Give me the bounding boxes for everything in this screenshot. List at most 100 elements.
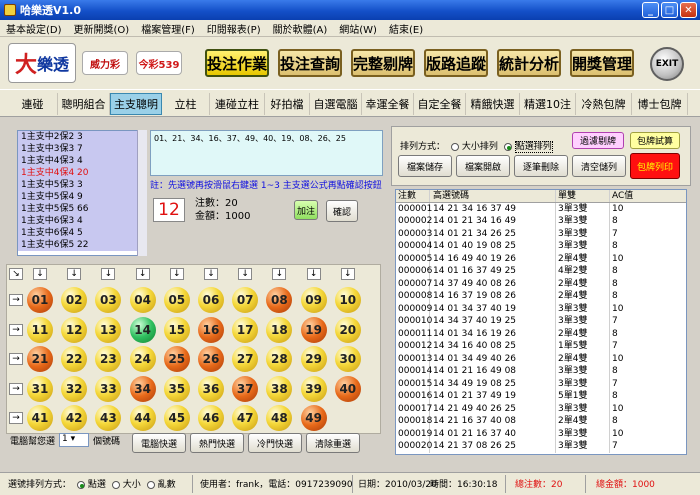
number-ball[interactable]: 45 bbox=[163, 405, 190, 431]
number-ball[interactable]: 33 bbox=[95, 375, 122, 402]
tab-select-10[interactable]: 精選10注 bbox=[520, 93, 576, 115]
clear-reset-button[interactable]: 清除重選 bbox=[306, 433, 360, 453]
list-item[interactable]: 1主支中5保5 66 bbox=[18, 203, 146, 215]
list-item[interactable]: 1主支中6保4 5 bbox=[18, 227, 146, 239]
number-ball[interactable]: 19 bbox=[300, 316, 327, 343]
table-row[interactable]: 000006 14 01 16 37 49 25 4單2雙 8 bbox=[396, 265, 686, 278]
list-item[interactable]: 1主支中5保4 9 bbox=[18, 191, 146, 203]
number-ball[interactable]: 17 bbox=[232, 316, 259, 343]
tab-quick-pick[interactable]: 精餓快選 bbox=[466, 93, 520, 115]
number-ball[interactable]: 36 bbox=[198, 375, 224, 402]
column-select-button[interactable]: ↓ bbox=[33, 268, 47, 280]
list-item[interactable]: 1主支中6保3 4 bbox=[18, 215, 146, 227]
tab-lianpeng-pillar[interactable]: 連碰立柱 bbox=[210, 93, 265, 115]
number-ball[interactable]: 38 bbox=[266, 375, 293, 402]
pc-count-select[interactable]: 1 ▾ bbox=[59, 433, 90, 447]
number-ball[interactable]: 37 bbox=[232, 375, 259, 402]
number-ball[interactable]: 01 bbox=[27, 287, 53, 313]
row-select-button[interactable]: → bbox=[9, 353, 23, 365]
filter-button[interactable]: 過濾剔牌 bbox=[572, 132, 624, 149]
bet-query-button[interactable]: 投注查詢 bbox=[278, 49, 342, 77]
tab-pillar[interactable]: 立柱 bbox=[162, 93, 210, 115]
tab-custom-pc[interactable]: 自選電腦 bbox=[310, 93, 362, 115]
table-row[interactable]: 000018 14 21 16 37 40 08 2單4雙 8 bbox=[396, 415, 686, 428]
number-ball[interactable]: 27 bbox=[232, 346, 259, 372]
number-ball[interactable]: 12 bbox=[61, 316, 88, 343]
table-row[interactable]: 000014 14 01 21 16 49 08 3單3雙 8 bbox=[396, 365, 686, 378]
row-select-button[interactable]: → bbox=[9, 323, 23, 336]
path-tracking-button[interactable]: 版路追蹤 bbox=[424, 49, 488, 77]
number-ball[interactable]: 11 bbox=[27, 316, 53, 343]
number-ball[interactable]: 26 bbox=[198, 346, 224, 372]
minimize-button[interactable]: _ bbox=[642, 2, 659, 18]
table-row[interactable]: 000002 14 01 21 34 16 49 3單3雙 8 bbox=[396, 215, 686, 228]
number-ball[interactable]: 35 bbox=[163, 375, 190, 402]
list-item[interactable]: 1主支中2保2 3 bbox=[18, 131, 146, 143]
number-ball[interactable]: 44 bbox=[129, 405, 156, 431]
menu-update-draw[interactable]: 更新開獎(O) bbox=[68, 21, 136, 36]
column-select-button[interactable]: ↓ bbox=[272, 268, 287, 280]
table-row[interactable]: 000003 14 01 21 34 26 25 3單3雙 7 bbox=[396, 227, 686, 240]
table-row[interactable]: 000005 14 16 49 40 19 26 2單4雙 10 bbox=[396, 252, 686, 265]
number-ball[interactable]: 32 bbox=[61, 375, 88, 402]
row-select-button[interactable]: → bbox=[9, 382, 23, 395]
close-button[interactable]: ✕ bbox=[680, 2, 697, 18]
list-item[interactable]: 1主支中4保3 4 bbox=[18, 155, 146, 167]
table-row[interactable]: 000011 14 01 34 16 19 26 2單4雙 8 bbox=[396, 327, 686, 340]
pack-print-button[interactable]: 包牌列印 bbox=[630, 153, 680, 179]
table-row[interactable]: 000019 14 01 21 16 37 40 3單3雙 10 bbox=[396, 427, 686, 440]
table-row[interactable]: 000016 14 01 21 37 49 19 5單1雙 8 bbox=[396, 390, 686, 403]
pc-quick-button[interactable]: 電腦快選 bbox=[132, 433, 186, 453]
number-ball[interactable]: 31 bbox=[27, 375, 53, 402]
number-ball[interactable]: 13 bbox=[95, 316, 122, 343]
menu-exit[interactable]: 結束(E) bbox=[383, 21, 429, 36]
number-ball[interactable]: 40 bbox=[334, 375, 361, 402]
number-ball[interactable]: 24 bbox=[129, 346, 156, 372]
sel-size-radio[interactable] bbox=[111, 480, 120, 489]
list-item[interactable]: 1主支中3保3 7 bbox=[18, 143, 146, 155]
column-select-button[interactable]: ↓ bbox=[340, 268, 355, 280]
tab-smart-combo[interactable]: 聰明組合 bbox=[58, 93, 110, 115]
table-row[interactable]: 000013 14 01 34 49 40 26 2單4雙 10 bbox=[396, 352, 686, 365]
tab-custom-meal[interactable]: 自定全餐 bbox=[414, 93, 466, 115]
table-row[interactable]: 000020 14 21 37 08 26 25 3單3雙 7 bbox=[396, 440, 686, 453]
maximize-button[interactable]: □ bbox=[661, 2, 678, 18]
number-ball[interactable]: 04 bbox=[129, 287, 156, 313]
ticket-table[interactable]: 注數 高選號碼 單雙 AC值 000001 14 21 34 16 37 49 3單… bbox=[395, 189, 687, 455]
tab-good-partner[interactable]: 好拍檔 bbox=[265, 93, 310, 115]
number-ball[interactable]: 16 bbox=[198, 316, 224, 343]
menu-about[interactable]: 關於軟體(A) bbox=[267, 21, 334, 36]
cold-quick-button[interactable]: 冷門快選 bbox=[248, 433, 302, 453]
tab-hot-cold[interactable]: 冷熱包牌 bbox=[576, 93, 632, 115]
list-item[interactable]: 1主支中5保3 3 bbox=[18, 179, 146, 191]
table-row[interactable]: 000010 14 34 37 40 19 25 3單3雙 7 bbox=[396, 315, 686, 328]
number-ball[interactable]: 47 bbox=[232, 405, 259, 431]
row-select-button[interactable]: → bbox=[9, 294, 23, 306]
sort-click-radio[interactable] bbox=[503, 142, 512, 151]
column-select-button[interactable]: ↓ bbox=[204, 268, 218, 280]
table-row[interactable]: 000009 14 01 34 37 40 19 3單3雙 10 bbox=[396, 302, 686, 315]
selected-numbers-box[interactable]: 01、21、34、16、37、49、40、19、08、26、25 bbox=[150, 130, 383, 176]
tab-doctor-pack[interactable]: 博士包牌 bbox=[632, 93, 688, 115]
lotto-logo[interactable]: 大樂透 bbox=[8, 43, 76, 83]
table-row[interactable]: 000007 14 37 49 40 08 26 2單4雙 8 bbox=[396, 277, 686, 290]
table-row[interactable]: 000004 14 01 40 19 08 25 3單3雙 8 bbox=[396, 240, 686, 253]
column-select-button[interactable]: ↓ bbox=[67, 268, 82, 280]
number-ball[interactable]: 39 bbox=[300, 375, 327, 402]
daily-539-logo[interactable]: 今彩539 bbox=[136, 51, 182, 75]
select-all-diagonal-button[interactable]: ↘ bbox=[9, 268, 23, 280]
column-select-button[interactable]: ↓ bbox=[238, 268, 253, 280]
draw-management-button[interactable]: 開獎管理 bbox=[570, 49, 634, 77]
clear-list-button[interactable]: 清空儲列 bbox=[572, 155, 626, 177]
number-ball[interactable]: 30 bbox=[334, 346, 361, 372]
list-scrollbar[interactable] bbox=[137, 130, 147, 256]
table-row[interactable]: 000017 14 21 49 40 26 25 3單3雙 10 bbox=[396, 402, 686, 415]
add-bet-button[interactable]: 加注 bbox=[294, 200, 318, 220]
number-ball[interactable]: 25 bbox=[163, 346, 190, 372]
pack-test-button[interactable]: 包牌試算 bbox=[630, 132, 680, 149]
tab-lucky-meal[interactable]: 幸運全餐 bbox=[362, 93, 414, 115]
number-ball[interactable]: 22 bbox=[61, 346, 88, 372]
delete-row-button[interactable]: 逐筆刪除 bbox=[514, 155, 568, 177]
number-ball[interactable]: 05 bbox=[163, 287, 190, 313]
number-ball[interactable]: 15 bbox=[163, 316, 190, 343]
